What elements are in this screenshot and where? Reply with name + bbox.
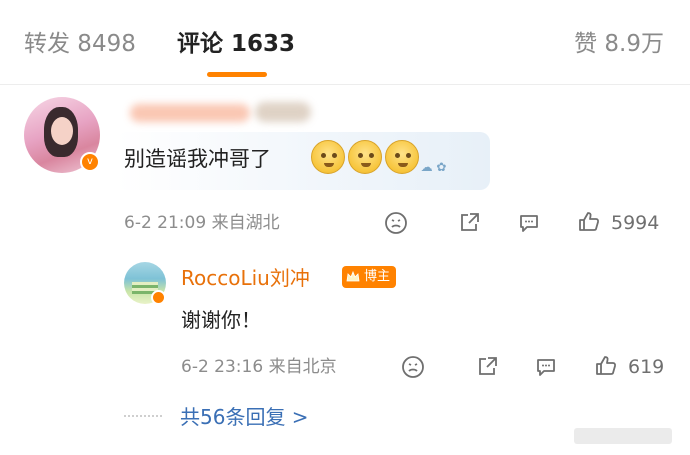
more-replies-link[interactable]: 共56条回复 > (180, 403, 309, 431)
like-icon[interactable] (577, 210, 601, 234)
blurred-user-badge (255, 102, 311, 122)
avatar-face (51, 117, 73, 145)
active-tab-indicator (207, 72, 267, 77)
comment-icon[interactable] (517, 211, 541, 235)
host-badge-label: 博主 (364, 269, 391, 284)
tab-comment[interactable]: 评论 1633 (177, 27, 295, 61)
crying-face-emoji-icon (385, 140, 419, 174)
verified-badge-icon: v (80, 152, 100, 172)
like-icon[interactable] (594, 354, 618, 378)
watermark (574, 428, 672, 444)
tab-like[interactable]: 赞 8.9万 (574, 27, 664, 61)
share-icon[interactable] (475, 355, 499, 379)
comment-like-count: 5994 (611, 212, 660, 234)
verified-badge-icon (151, 290, 166, 305)
tab-bar: 转发 8498 评论 1633 赞 8.9万 (0, 0, 690, 85)
share-icon[interactable] (457, 211, 481, 235)
tab-repost[interactable]: 转发 8498 (24, 27, 136, 61)
dislike-icon[interactable] (401, 355, 425, 379)
comment-meta: 6-2 21:09 来自湖北 (124, 213, 280, 233)
divider (0, 84, 690, 85)
crying-face-emoji-icon (311, 140, 345, 174)
crying-face-emoji-icon (348, 140, 382, 174)
dotted-divider (124, 415, 162, 417)
dislike-icon[interactable] (384, 211, 408, 235)
comment-icon[interactable] (534, 355, 558, 379)
blurred-username (130, 104, 250, 122)
comment-text: 别造谣我冲哥了 (124, 147, 271, 171)
reply-meta: 6-2 23:16 来自北京 (181, 357, 337, 377)
host-badge: 博主 (342, 266, 397, 288)
reply-text: 谢谢你！ (181, 308, 261, 332)
crown-icon (345, 269, 361, 285)
reply-like-count: 619 (628, 356, 665, 378)
reply-author-name[interactable]: RoccoLiu刘冲 (181, 264, 310, 292)
